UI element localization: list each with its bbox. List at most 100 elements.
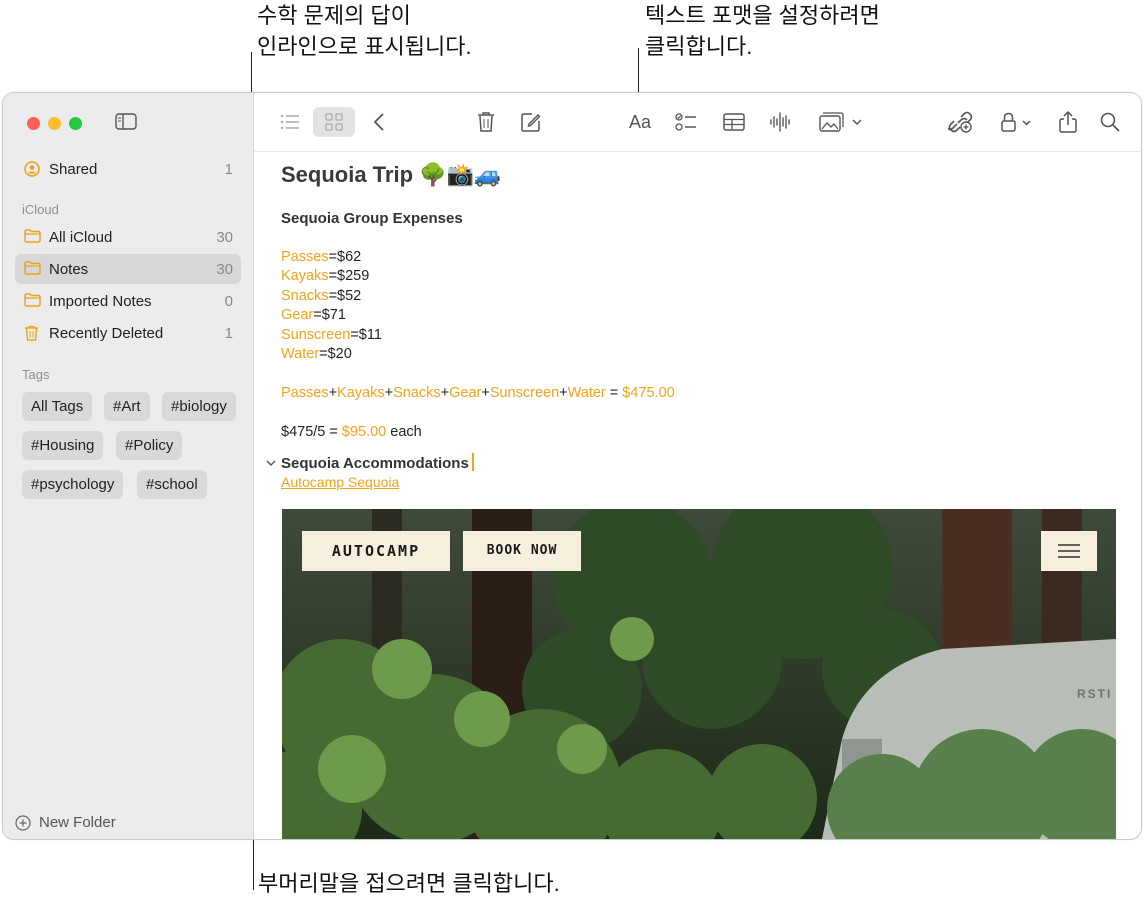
formula-variable: Water: [567, 385, 606, 401]
expense-value: =$20: [319, 346, 352, 362]
share-icon[interactable]: [1056, 110, 1082, 134]
formula-variable: Passes: [281, 385, 329, 401]
formula-operator: +: [440, 385, 450, 401]
sidebar: Shared 1 iCloud All iCloud 30 Notes 30 I…: [3, 93, 254, 839]
expense-variable: Water: [281, 346, 320, 362]
sidebar-item-label: Shared: [49, 161, 98, 178]
expense-variable: Snacks: [281, 288, 329, 304]
tag-all-tags[interactable]: All Tags: [22, 392, 93, 421]
autocamp-logo: AUTOCAMP: [302, 531, 450, 571]
formula-variable: Gear: [449, 385, 482, 401]
expense-line: Passes=$62: [281, 249, 361, 265]
folder-icon: [24, 261, 41, 276]
zoom-button[interactable]: [69, 117, 82, 130]
new-folder-label: New Folder: [39, 814, 116, 831]
text-cursor: [471, 453, 474, 471]
autocamp-link[interactable]: Autocamp Sequoia: [281, 474, 399, 490]
tag-policy[interactable]: #Policy: [116, 431, 183, 460]
sidebar-item-notes[interactable]: Notes 30: [15, 254, 241, 284]
formula-operator: +: [328, 385, 338, 401]
collaborate-icon[interactable]: [948, 110, 974, 134]
expense-value: =$71: [313, 307, 346, 323]
expense-variable: Kayaks: [281, 268, 329, 284]
book-now-button[interactable]: BOOK NOW: [463, 531, 581, 571]
sidebar-item-count: 30: [216, 229, 233, 246]
formula-variable: Snacks: [393, 385, 441, 401]
sidebar-item-label: Imported Notes: [49, 293, 152, 310]
lock-icon[interactable]: [999, 110, 1039, 134]
embedded-website-preview[interactable]: AUTOCAMP BOOK NOW RSTI: [282, 509, 1116, 839]
tag-biology[interactable]: #biology: [162, 392, 236, 421]
callout-text: 부머리말을 접으려면 클릭합니다.: [258, 871, 560, 896]
expense-value: =$259: [328, 268, 370, 284]
sidebar-item-count: 0: [224, 293, 233, 310]
note-subheading: Sequoia Accommodations: [281, 453, 474, 472]
trash-icon: [24, 325, 41, 341]
callout-text: 수학 문제의 답이: [257, 3, 411, 28]
shared-icon: [24, 161, 41, 177]
toolbar: Aa: [254, 93, 1141, 152]
collapse-chevron-icon[interactable]: [265, 456, 277, 468]
sidebar-item-imported-notes[interactable]: Imported Notes 0: [15, 286, 241, 316]
callout-format-text: 텍스트 포맷을 설정하려면 클릭합니다.: [645, 0, 880, 62]
gallery-view-icon[interactable]: [313, 107, 355, 137]
note-body[interactable]: Sequoia Trip 🌳📸🚙 Sequoia Group Expenses …: [254, 151, 1141, 839]
expense-variable: Gear: [281, 307, 314, 323]
tag-school[interactable]: #school: [137, 470, 207, 499]
expense-line: Snacks=$52: [281, 288, 361, 304]
table-icon[interactable]: [722, 110, 748, 134]
formula-variable: Kayaks: [337, 385, 385, 401]
callout-text: 클릭합니다.: [645, 34, 753, 59]
formula-operator: +: [481, 385, 490, 401]
formula-operator: +: [384, 385, 394, 401]
note-title: Sequoia Trip 🌳📸🚙: [281, 162, 502, 187]
sum-formula-line: Passes+Kayaks+Snacks+Gear+Sunscreen+Wate…: [281, 385, 675, 401]
expense-line: Kayaks=$259: [281, 268, 369, 284]
formula-variable: Sunscreen: [489, 385, 560, 401]
sidebar-toggle-icon[interactable]: [115, 113, 137, 130]
delete-trash-icon[interactable]: [474, 110, 500, 134]
expense-variable: Passes: [281, 249, 329, 265]
callout-text: 텍스트 포맷을 설정하려면: [645, 3, 880, 28]
section-header-tags: Tags: [22, 367, 50, 382]
search-icon[interactable]: [1098, 110, 1124, 134]
formula-operator: +: [559, 385, 568, 401]
expense-line: Water=$20: [281, 346, 352, 362]
sidebar-item-all-icloud[interactable]: All iCloud 30: [15, 222, 241, 252]
compose-icon[interactable]: [519, 110, 545, 134]
math-result: $475.00: [622, 385, 675, 401]
media-picker-icon[interactable]: [817, 110, 863, 134]
folder-icon: [24, 293, 41, 308]
callout-collapse-heading: 부머리말을 접으려면 클릭합니다.: [258, 868, 560, 899]
division-line: $475/5 = $95.00 each: [281, 424, 422, 440]
expense-line: Gear=$71: [281, 307, 346, 323]
division-suffix: each: [386, 424, 422, 440]
sidebar-item-count: 1: [224, 161, 233, 178]
tag-psychology[interactable]: #psychology: [22, 470, 124, 499]
sidebar-item-shared[interactable]: Shared 1: [15, 154, 241, 184]
math-result: $95.00: [341, 424, 387, 440]
plus-circle-icon: [15, 815, 31, 831]
hamburger-menu-icon[interactable]: [1041, 531, 1097, 571]
close-button[interactable]: [27, 117, 40, 130]
expense-value: =$62: [328, 249, 362, 265]
sidebar-item-count: 1: [224, 325, 233, 342]
callout-math-inline: 수학 문제의 답이 인라인으로 표시됩니다.: [257, 0, 472, 62]
minimize-button[interactable]: [48, 117, 61, 130]
subheading-text: Sequoia Accommodations: [281, 455, 469, 472]
sidebar-item-label: Notes: [49, 261, 89, 278]
sidebar-item-count: 30: [216, 261, 233, 278]
tag-art[interactable]: #Art: [104, 392, 150, 421]
sidebar-item-label: Recently Deleted: [49, 325, 164, 342]
format-text-button[interactable]: Aa: [628, 110, 658, 134]
folder-icon: [24, 229, 41, 244]
formula-operator: =: [605, 385, 623, 401]
back-chevron-icon[interactable]: [368, 110, 394, 134]
section-header-icloud: iCloud: [22, 202, 59, 217]
checklist-icon[interactable]: [674, 110, 700, 134]
audio-waveform-icon[interactable]: [768, 110, 794, 134]
notes-window: Shared 1 iCloud All iCloud 30 Notes 30 I…: [2, 92, 1142, 840]
sidebar-item-recently-deleted[interactable]: Recently Deleted 1: [15, 318, 241, 348]
list-view-icon[interactable]: [278, 110, 304, 134]
tag-housing[interactable]: #Housing: [22, 431, 104, 460]
